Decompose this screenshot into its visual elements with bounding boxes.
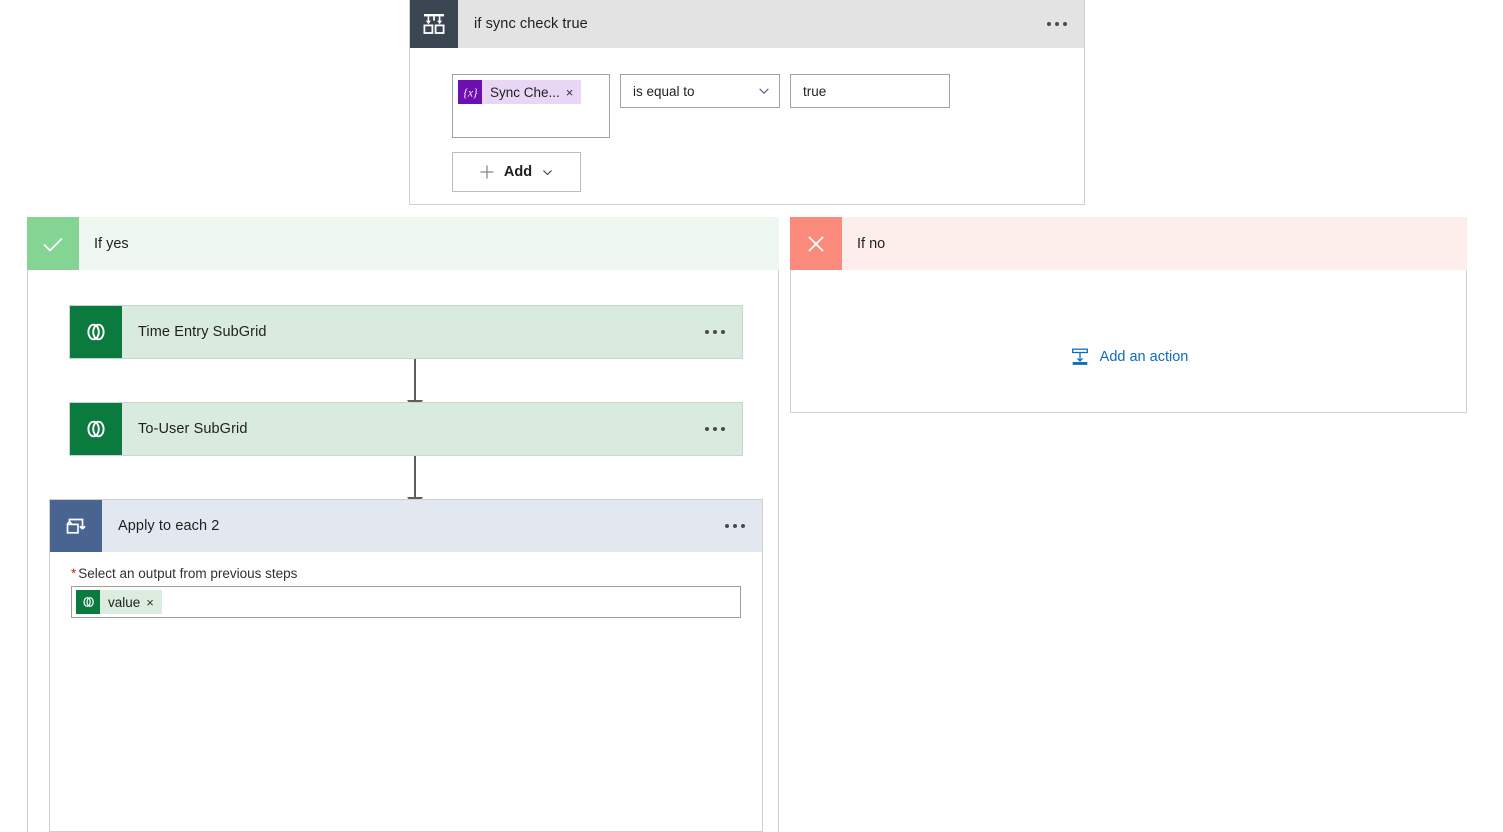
action-card-header[interactable]: Time Entry SubGrid	[70, 306, 742, 358]
action-card-time-entry-subgrid[interactable]: Time Entry SubGrid	[69, 305, 743, 359]
apply-to-each-output-input[interactable]: value ×	[71, 586, 741, 618]
condition-operator-select[interactable]: is equal to	[620, 74, 780, 108]
flow-designer-canvas: if sync check true {x} Sync Che... ×	[0, 0, 1503, 832]
checkmark-icon	[27, 217, 79, 270]
operator-value: is equal to	[633, 84, 757, 99]
condition-more-menu[interactable]	[1030, 0, 1084, 48]
add-action-icon	[1069, 346, 1091, 368]
if-no-header: If no	[790, 217, 1467, 270]
add-an-action-label: Add an action	[1100, 349, 1189, 365]
close-x-icon	[790, 217, 842, 270]
apply-to-each-card[interactable]: Apply to each 2 *Select an output from p…	[49, 499, 763, 832]
add-button-label: Add	[504, 164, 532, 180]
chevron-down-icon	[541, 166, 554, 179]
dataverse-icon	[70, 306, 122, 358]
apply-to-each-title: Apply to each 2	[102, 500, 708, 552]
token-label: Sync Che...	[482, 85, 566, 100]
token-remove-button[interactable]: ×	[146, 596, 162, 609]
condition-card[interactable]: if sync check true {x} Sync Che... ×	[409, 0, 1085, 205]
condition-branch-icon	[410, 0, 458, 48]
if-yes-label: If yes	[79, 217, 779, 270]
chevron-down-icon	[757, 84, 771, 98]
field-label-text: Select an output from previous steps	[78, 566, 297, 581]
action-more-menu[interactable]	[688, 306, 742, 358]
condition-row: {x} Sync Che... × is equal to true	[452, 74, 1084, 138]
token-chip-value[interactable]: value ×	[76, 590, 162, 614]
apply-to-each-body: *Select an output from previous steps va…	[50, 552, 762, 618]
connector-line	[414, 359, 416, 403]
token-label: value	[100, 595, 146, 610]
action-title: Time Entry SubGrid	[122, 306, 688, 358]
if-no-branch: If no Add an action	[790, 217, 1467, 413]
required-asterisk: *	[71, 566, 76, 581]
condition-right-value-input[interactable]: true	[790, 74, 950, 108]
apply-to-each-field-label: *Select an output from previous steps	[71, 552, 741, 586]
svg-text:{x}: {x}	[463, 87, 477, 99]
variables-icon: {x}	[458, 80, 482, 104]
token-remove-button[interactable]: ×	[566, 86, 582, 99]
connector-line	[414, 456, 416, 500]
if-no-label: If no	[842, 217, 1467, 270]
condition-left-operand[interactable]: {x} Sync Che... ×	[452, 74, 610, 138]
plus-icon	[479, 164, 495, 180]
action-more-menu[interactable]	[688, 403, 742, 455]
action-title: To-User SubGrid	[122, 403, 688, 455]
condition-title: if sync check true	[458, 0, 1030, 48]
loop-icon	[50, 500, 102, 552]
condition-right-value: true	[803, 84, 826, 99]
if-yes-branch: If yes Time Entry SubGrid	[27, 217, 779, 832]
apply-to-each-more-menu[interactable]	[708, 500, 762, 552]
add-condition-button[interactable]: Add	[452, 152, 581, 192]
action-card-header[interactable]: To-User SubGrid	[70, 403, 742, 455]
dataverse-icon	[76, 590, 100, 614]
condition-card-header[interactable]: if sync check true	[410, 0, 1084, 48]
condition-body: {x} Sync Che... × is equal to true	[410, 48, 1084, 192]
if-yes-header: If yes	[27, 217, 779, 270]
dataverse-icon	[70, 403, 122, 455]
apply-to-each-header[interactable]: Apply to each 2	[50, 500, 762, 552]
token-chip-sync-check[interactable]: {x} Sync Che... ×	[458, 80, 581, 104]
add-an-action-button[interactable]: Add an action	[791, 346, 1466, 368]
action-card-to-user-subgrid[interactable]: To-User SubGrid	[69, 402, 743, 456]
